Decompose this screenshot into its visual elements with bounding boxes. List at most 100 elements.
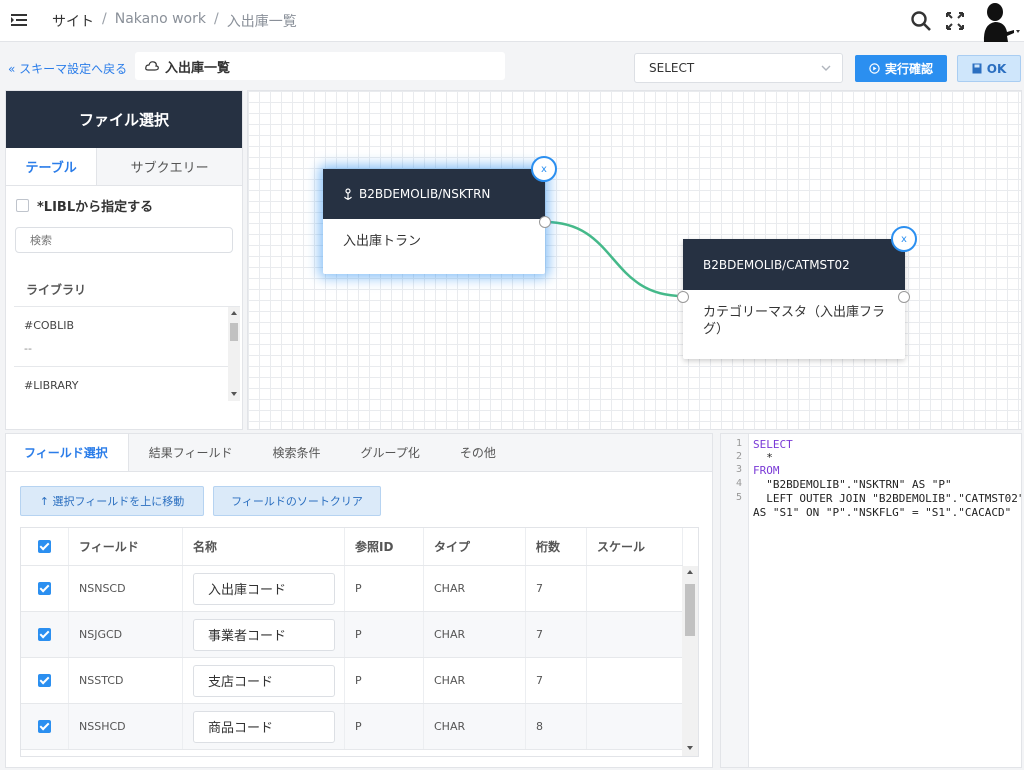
library-scroll-thumb[interactable] [230,323,238,341]
line-number-gutter: 1 2 3 4 5 [721,434,749,767]
remove-node-button[interactable]: x [531,156,557,182]
line-number: 2 [735,451,742,462]
col-digits[interactable]: 桁数 [526,528,587,565]
node-output-port[interactable] [898,291,910,303]
libl-checkbox[interactable] [16,199,29,212]
breadcrumb-workspace[interactable]: Nakano work [115,11,206,31]
back-to-schema-link[interactable]: « スキーマ設定へ戻る [8,60,127,77]
row-select-cell [21,566,69,611]
run-check-button[interactable]: 実行確認 [855,55,947,82]
col-type[interactable]: タイプ [424,528,526,565]
row-checkbox[interactable] [38,582,51,595]
node-input-port[interactable] [677,291,689,303]
table-node-nsktrn[interactable]: B2BDEMOLIB/NSKTRN 入出庫トラン [323,169,545,274]
search-icon[interactable] [910,10,932,32]
library-name: #COBLIB [24,319,75,332]
anchor-icon [344,187,352,200]
library-search-input[interactable] [15,227,233,253]
table-row[interactable]: NSJGCD 事業者コード P CHAR 7 [21,612,683,658]
cell-scale [587,704,683,749]
sql-line-wrap: AS "S1" ON "P"."NSKFLG" = "S1"."CACACD" [753,506,1012,519]
table-node-header[interactable]: B2BDEMOLIB/CATMST02 [683,239,905,290]
field-table-scroll-thumb[interactable] [685,584,695,636]
library-item[interactable]: #COBLIB -- [14,307,240,367]
clear-sort-button[interactable]: フィールドのソートクリア [213,486,381,516]
field-panel-tabs: フィールド選択 結果フィールド 検索条件 グループ化 その他 [6,434,712,472]
move-selected-up-button[interactable]: ↑ 選択フィールドを上に移動 [20,486,204,516]
breadcrumb: サイト / Nakano work / 入出庫一覧 [52,11,297,31]
cell-type: CHAR [424,566,526,611]
table-node-header[interactable]: B2BDEMOLIB/NSKTRN [323,169,545,219]
user-icon [983,3,1020,42]
tab-subquery[interactable]: サブクエリー [96,148,242,185]
sql-line: "B2BDEMOLIB"."NSKTRN" AS "P" [753,478,952,491]
line-number: 3 [735,464,742,475]
query-title[interactable]: 入出庫一覧 [135,52,505,80]
col-ref-id[interactable]: 参照ID [345,528,424,565]
scroll-up-icon[interactable] [682,566,698,578]
tab-other[interactable]: その他 [440,434,516,471]
cell-name: 支店コード [183,658,345,703]
col-field[interactable]: フィールド [69,528,183,565]
fullscreen-icon[interactable] [944,10,966,32]
field-name-input[interactable]: 事業者コード [193,618,335,651]
menu-toggle-icon[interactable] [10,11,28,29]
library-scrollbar[interactable] [228,307,240,401]
tab-result-fields[interactable]: 結果フィールド [129,434,253,471]
tab-grouping[interactable]: グループ化 [341,434,440,471]
cell-digits: 7 [526,612,587,657]
cell-field: NSSTCD [69,658,183,703]
tab-search-conditions[interactable]: 検索条件 [253,434,341,471]
row-checkbox[interactable] [38,674,51,687]
table-header: フィールド 名称 参照ID タイプ 桁数 スケール [21,528,683,566]
query-type-select[interactable]: SELECT [634,53,843,83]
field-name-input[interactable]: 支店コード [193,664,335,697]
library-name: #LIBRARY [24,379,79,392]
file-select-tabs: テーブル サブクエリー [6,148,242,186]
row-select-cell [21,704,69,749]
table-row[interactable]: NSNSCD 入出庫コード P CHAR 7 [21,566,683,612]
select-all-cell [21,528,69,565]
scroll-down-icon[interactable] [228,389,240,399]
ok-label: OK [986,61,1007,76]
cell-digits: 7 [526,566,587,611]
library-item[interactable]: #LIBRARY [14,367,240,392]
scroll-up-icon[interactable] [228,308,240,318]
line-number: 1 [735,438,742,449]
play-circle-icon [869,63,880,74]
node-output-port[interactable] [539,216,551,228]
line-number: 4 [735,478,742,489]
sql-line: * [753,451,773,464]
cell-field: NSSHCD [69,704,183,749]
field-name-input[interactable]: 入出庫コード [193,572,335,605]
libl-option[interactable]: *LIBLから指定する [16,196,242,215]
row-select-cell [21,658,69,703]
field-panel: フィールド選択 結果フィールド 検索条件 グループ化 その他 ↑ 選択フィールド… [5,433,713,768]
ok-button[interactable]: OK [957,55,1021,82]
table-row[interactable]: NSSHCD 商品コード P CHAR 8 [21,704,683,750]
breadcrumb-site[interactable]: サイト [52,11,94,31]
scroll-down-icon[interactable] [682,742,698,754]
cell-name: 入出庫コード [183,566,345,611]
join-canvas[interactable]: B2BDEMOLIB/NSKTRN 入出庫トラン x B2BDEMOLIB/CA… [247,90,1022,430]
col-name[interactable]: 名称 [183,528,345,565]
row-checkbox[interactable] [38,628,51,641]
row-checkbox[interactable] [38,720,51,733]
table-node-catmst02[interactable]: B2BDEMOLIB/CATMST02 カテゴリーマスタ（入出庫フラグ） [683,239,905,359]
select-all-checkbox[interactable] [38,540,51,553]
cell-type: CHAR [424,704,526,749]
tab-table[interactable]: テーブル [6,148,97,185]
field-name-input[interactable]: 商品コード [193,710,335,743]
cell-name: 商品コード [183,704,345,749]
user-avatar[interactable] [978,0,1024,42]
field-table-scrollbar[interactable] [682,566,698,756]
cell-scale [587,658,683,703]
table-row[interactable]: NSSTCD 支店コード P CHAR 7 [21,658,683,704]
cell-scale [587,566,683,611]
sql-editor[interactable]: 1 2 3 4 5 SELECT * FROM "B2BDEMOLIB"."NS… [720,433,1022,768]
remove-node-button[interactable]: x [891,226,917,252]
cell-type: CHAR [424,658,526,703]
top-bar: サイト / Nakano work / 入出庫一覧 [0,0,1024,42]
col-scale[interactable]: スケール [587,528,683,565]
tab-field-select[interactable]: フィールド選択 [6,434,129,471]
